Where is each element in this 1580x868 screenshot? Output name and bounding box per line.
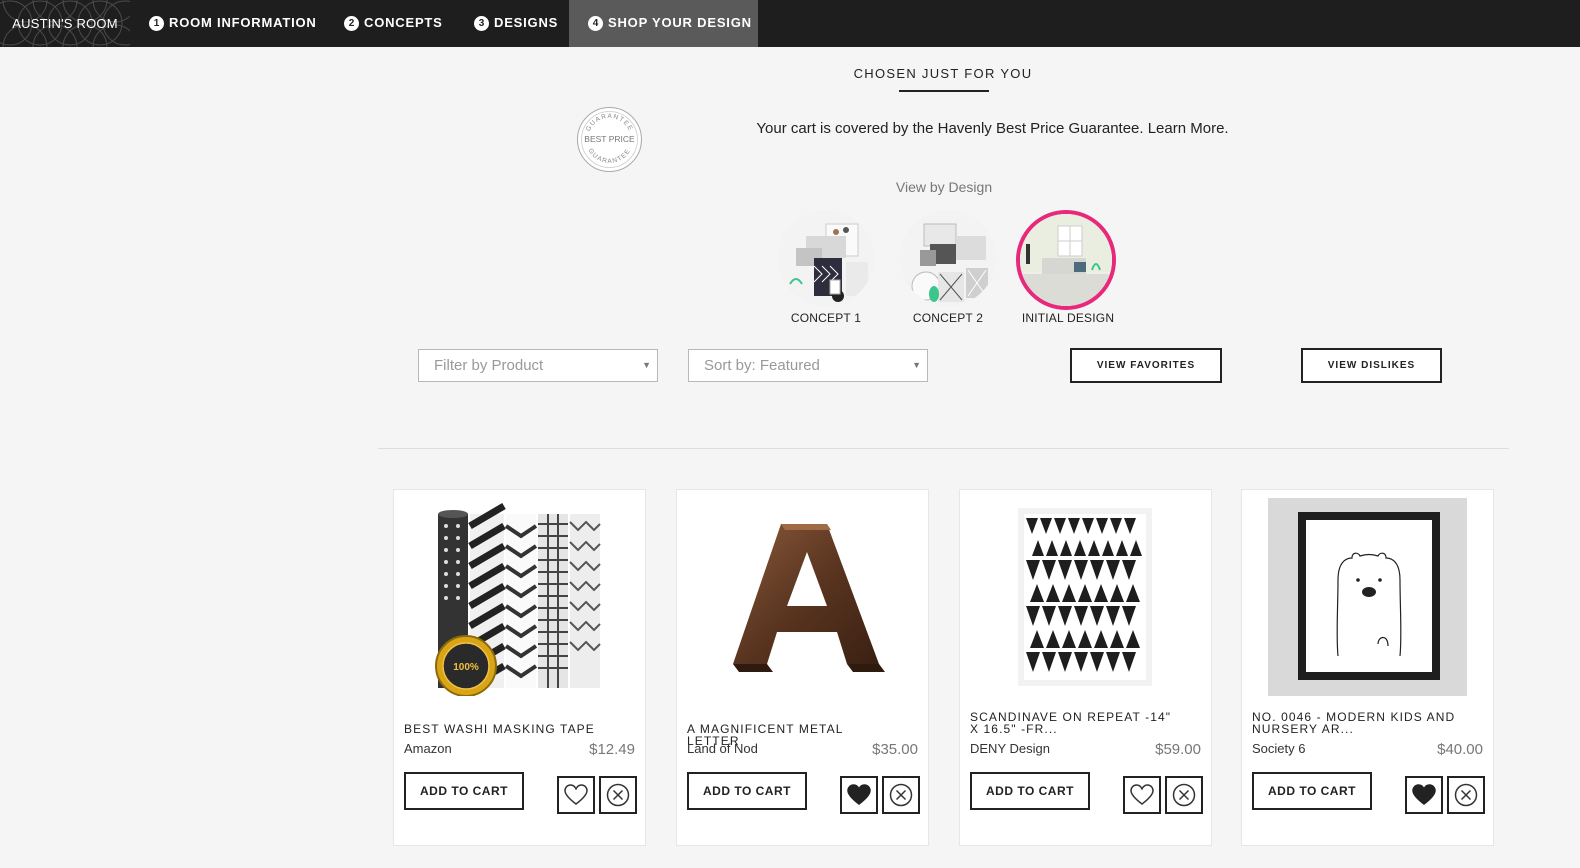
product-vendor: Amazon bbox=[404, 741, 452, 756]
best-price-seal-icon: GUARANTEE BEST PRICE GUARANTEE bbox=[576, 106, 643, 173]
close-circle-icon bbox=[1454, 783, 1478, 807]
dropdown-arrow-icon: ▼ bbox=[912, 360, 921, 370]
step-number-2: 2 bbox=[344, 16, 359, 31]
product-price: $40.00 bbox=[1437, 741, 1483, 758]
guarantee-text[interactable]: Your cart is covered by the Havenly Best… bbox=[700, 120, 1285, 137]
step-number-1: 1 bbox=[149, 16, 164, 31]
concept-1-thumbnail[interactable] bbox=[778, 210, 874, 306]
favorite-button[interactable] bbox=[1123, 776, 1161, 814]
product-card: SCANDINAVE ON REPEAT -14" X 16.5" -FR...… bbox=[959, 489, 1212, 846]
dislike-button[interactable] bbox=[599, 776, 637, 814]
favorite-button[interactable] bbox=[1405, 776, 1443, 814]
page-title: CHOSEN JUST FOR YOU bbox=[853, 66, 1033, 81]
sort-select-value: Sort by: Featured bbox=[704, 357, 820, 374]
product-name[interactable]: NO. 0046 - MODERN KIDS AND NURSERY AR... bbox=[1252, 711, 1462, 735]
dislike-button[interactable] bbox=[882, 776, 920, 814]
favorite-button[interactable] bbox=[557, 776, 595, 814]
product-vendor: Society 6 bbox=[1252, 741, 1306, 756]
view-dislikes-button[interactable]: VIEW DISLIKES bbox=[1301, 348, 1442, 383]
dislike-button[interactable] bbox=[1447, 776, 1485, 814]
product-image-scandinave-print[interactable] bbox=[960, 496, 1211, 696]
product-card: NO. 0046 - MODERN KIDS AND NURSERY AR...… bbox=[1241, 489, 1494, 846]
product-image-bear-print[interactable] bbox=[1242, 496, 1493, 696]
add-to-cart-button[interactable]: ADD TO CART bbox=[687, 772, 807, 810]
dropdown-arrow-icon: ▼ bbox=[642, 360, 651, 370]
heart-filled-icon bbox=[1412, 784, 1436, 805]
section-divider bbox=[378, 448, 1509, 449]
initial-design-thumbnail[interactable] bbox=[1016, 210, 1116, 310]
nav-tab-shop-your-design[interactable]: 4 SHOP YOUR DESIGN bbox=[569, 0, 758, 47]
nav-tab-designs[interactable]: 3 DESIGNS bbox=[474, 0, 558, 47]
nav-tab-concepts[interactable]: 2 CONCEPTS bbox=[344, 0, 443, 47]
nav-tab-label: CONCEPTS bbox=[364, 15, 443, 30]
concept-label: INITIAL DESIGN bbox=[1021, 311, 1115, 325]
product-price: $59.00 bbox=[1155, 741, 1201, 758]
step-number-4: 4 bbox=[588, 16, 603, 31]
product-image-washi-tape[interactable]: 100% bbox=[394, 496, 645, 697]
room-badge[interactable]: AUSTIN'S ROOM bbox=[0, 0, 130, 47]
heart-filled-icon bbox=[847, 784, 871, 805]
close-circle-icon bbox=[889, 783, 913, 807]
title-underline bbox=[899, 90, 989, 92]
favorite-button[interactable] bbox=[840, 776, 878, 814]
top-nav: AUSTIN'S ROOM 1 ROOM INFORMATION 2 CONCEPT… bbox=[0, 0, 1580, 47]
nav-tab-label: ROOM INFORMATION bbox=[169, 15, 317, 30]
product-card: A MAGNIFICENT METAL LETTER Land of Nod $… bbox=[676, 489, 929, 846]
add-to-cart-button[interactable]: ADD TO CART bbox=[404, 772, 524, 810]
concept-label: CONCEPT 2 bbox=[912, 311, 984, 325]
close-circle-icon bbox=[606, 783, 630, 807]
view-favorites-button[interactable]: VIEW FAVORITES bbox=[1070, 348, 1222, 383]
product-name[interactable]: SCANDINAVE ON REPEAT -14" X 16.5" -FR... bbox=[970, 711, 1180, 735]
nav-tab-room-information[interactable]: 1 ROOM INFORMATION bbox=[149, 0, 317, 47]
close-circle-icon bbox=[1172, 783, 1196, 807]
design-concept-1[interactable]: CONCEPT 1 bbox=[776, 210, 876, 325]
heart-outline-icon bbox=[564, 784, 588, 805]
filter-by-product-select[interactable]: Filter by Product ▼ bbox=[418, 349, 658, 382]
quality-badge-text: 100% bbox=[453, 662, 479, 673]
sort-select[interactable]: Sort by: Featured ▼ bbox=[688, 349, 928, 382]
nav-tab-label: DESIGNS bbox=[494, 15, 559, 30]
product-vendor: Land of Nod bbox=[687, 741, 758, 756]
product-vendor: DENY Design bbox=[970, 741, 1050, 756]
room-name: AUSTIN'S ROOM bbox=[12, 16, 118, 31]
add-to-cart-button[interactable]: ADD TO CART bbox=[1252, 772, 1372, 810]
design-concept-2[interactable]: CONCEPT 2 bbox=[898, 210, 998, 325]
dislike-button[interactable] bbox=[1165, 776, 1203, 814]
design-initial[interactable]: INITIAL DESIGN bbox=[1016, 210, 1116, 325]
product-name[interactable]: BEST WASHI MASKING TAPE bbox=[404, 723, 614, 735]
seal-center-text: BEST PRICE bbox=[584, 134, 635, 144]
concept-label: CONCEPT 1 bbox=[790, 311, 862, 325]
add-to-cart-button[interactable]: ADD TO CART bbox=[970, 772, 1090, 810]
nav-tab-label: SHOP YOUR DESIGN bbox=[608, 15, 752, 30]
product-card: 100% BEST WASHI MASKING TAPE Amazon $12.… bbox=[393, 489, 646, 846]
filter-select-value: Filter by Product bbox=[434, 357, 544, 374]
product-price: $12.49 bbox=[589, 741, 635, 758]
product-image-metal-letter[interactable] bbox=[677, 496, 928, 696]
step-number-3: 3 bbox=[474, 16, 489, 31]
heart-outline-icon bbox=[1130, 784, 1154, 805]
concept-2-thumbnail[interactable] bbox=[900, 210, 996, 306]
product-price: $35.00 bbox=[872, 741, 918, 758]
view-by-design-label: View by Design bbox=[895, 179, 993, 195]
